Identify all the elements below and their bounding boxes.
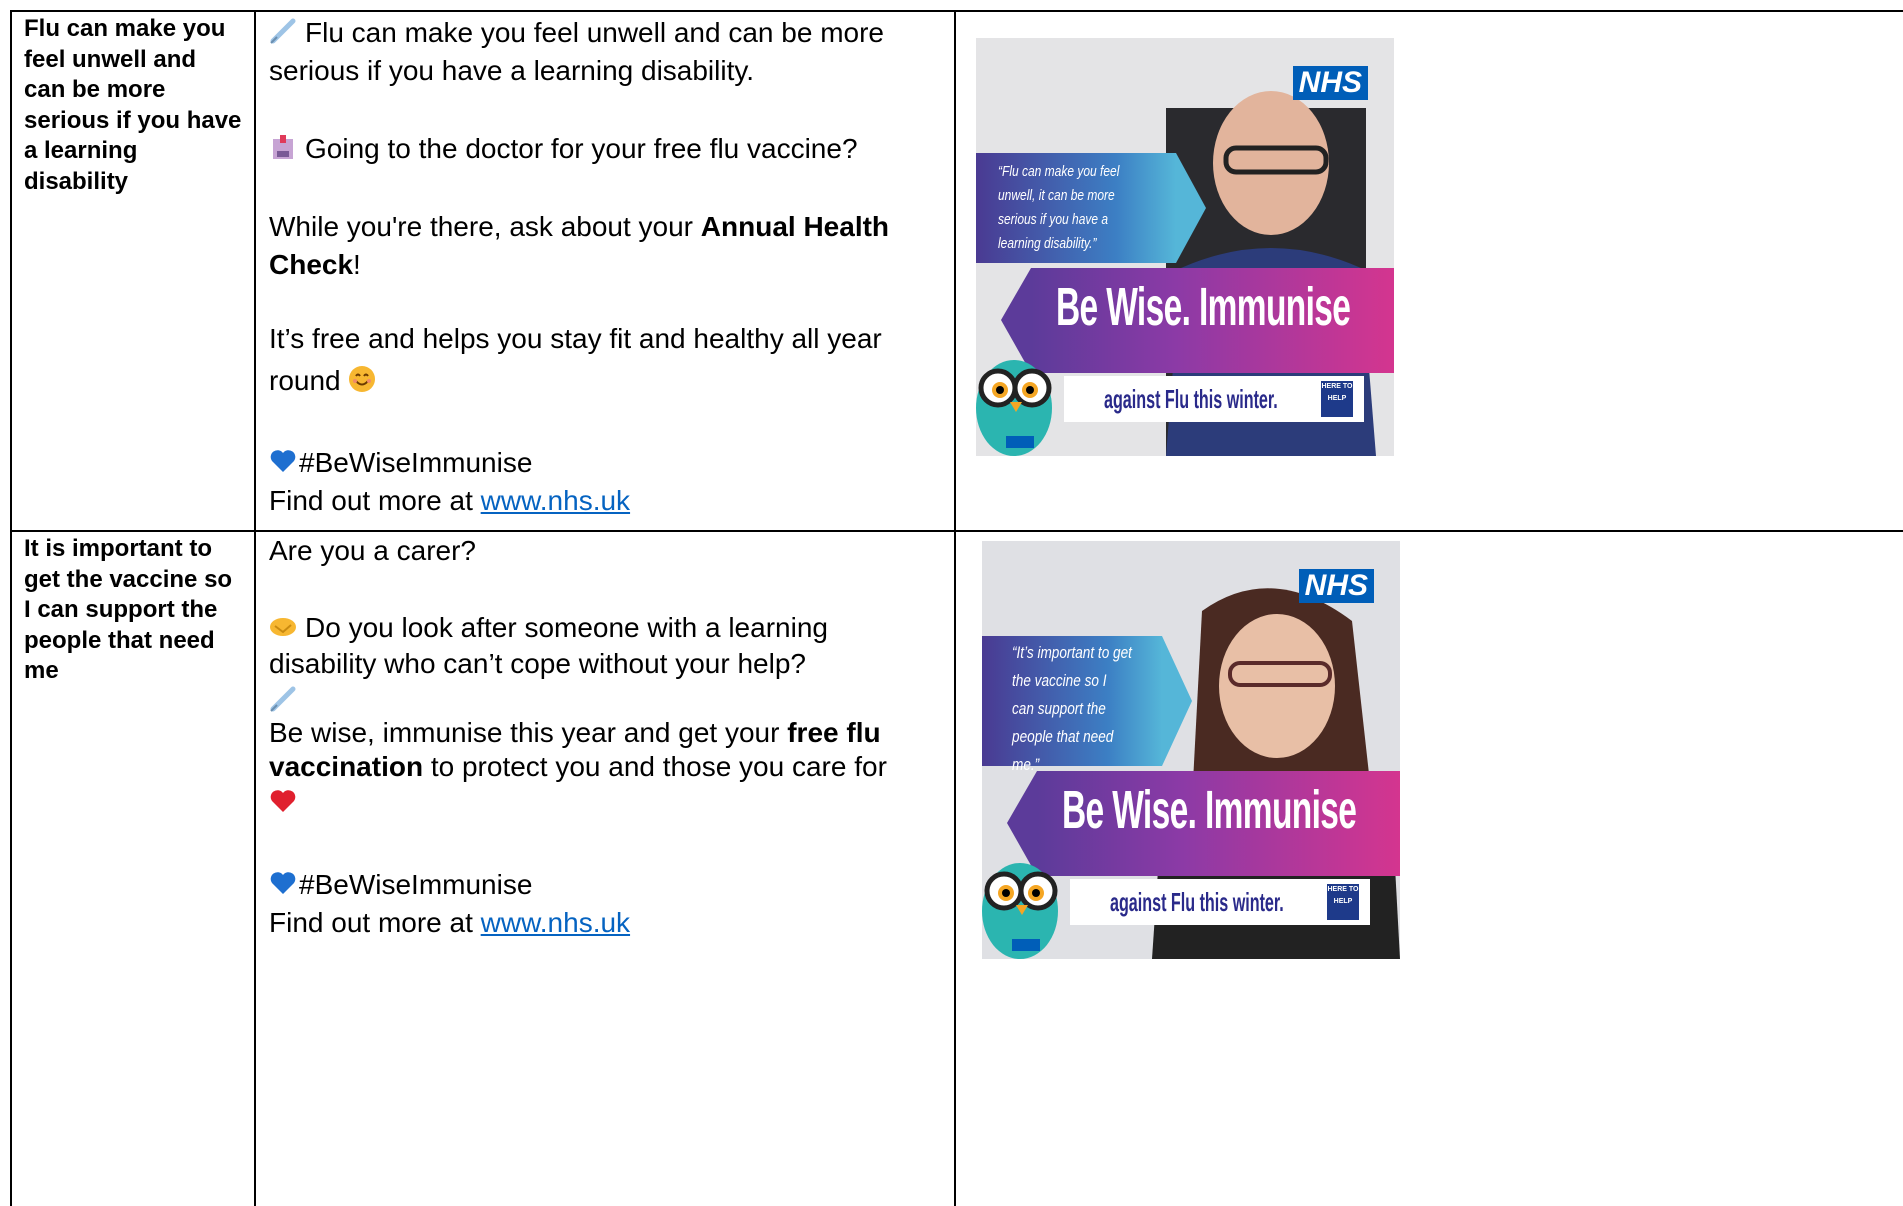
hospital-icon [273, 135, 293, 159]
blue-heart-icon [270, 450, 296, 472]
here-to-help-badge: HERE TO HELP [1321, 381, 1353, 417]
table-border-left [10, 10, 12, 1206]
row-1-hashtag: #BeWiseImmunise [269, 444, 929, 482]
row-2-para-3: Be wise, immunise this year and get your… [269, 717, 887, 782]
row-1-poster: NHS “Flu can make you feel unwell, it ca… [976, 38, 1394, 456]
row-2-hashtag: #BeWiseImmunise [269, 866, 929, 904]
nhs-logo: NHS [1298, 569, 1374, 603]
nhs-link[interactable]: www.nhs.uk [481, 485, 630, 516]
smiling-face-icon [349, 366, 376, 392]
syringe-icon [270, 18, 296, 44]
poster-quote: “It’s important to get the vaccine so I … [1012, 643, 1132, 774]
poster-slogan: Be Wise. Immunise [1056, 277, 1351, 337]
poster-quote: “Flu can make you feel unwell, it can be… [998, 163, 1120, 252]
row-1-para-2: Going to the doctor for your free flu va… [269, 130, 929, 168]
owl-mascot-icon [976, 360, 1052, 456]
row-1-para-3: While you're there, ask about your Annua… [269, 211, 890, 280]
row-2-heart [269, 784, 929, 824]
row-1-para-1: Flu can make you feel unwell and can be … [269, 17, 884, 86]
column-divider-2 [954, 10, 956, 1206]
poster-tagline: against Flu this winter. [1104, 384, 1278, 414]
blue-heart-icon [270, 872, 296, 894]
column-divider-1 [254, 10, 256, 1206]
row-2-heading: It is important to get the vaccine so I … [24, 535, 233, 684]
row-2-syringe [269, 682, 929, 716]
nhs-logo: NHS [1292, 66, 1368, 100]
owl-mascot-icon [982, 863, 1058, 959]
content-table: Flu can make you feel unwell and can be … [0, 0, 1903, 1206]
row-1-message: Flu can make you feel unwell and can be … [269, 14, 929, 520]
row-2-para-1: Are you a carer? [269, 535, 476, 566]
row-2-message: Are you a carer? Do you look after someo… [269, 532, 929, 942]
row-1-find-more: Find out more at www.nhs.uk [269, 485, 631, 516]
row-2-para-2: Do you look after someone with a learnin… [269, 612, 828, 679]
here-to-help-badge: HERE TO HELP [1327, 884, 1359, 920]
row-2-find-more: Find out more at www.nhs.uk [269, 907, 631, 938]
poster-slogan: Be Wise. Immunise [1062, 780, 1357, 840]
handshake-icon [270, 618, 296, 636]
poster-tagline: against Flu this winter. [1110, 887, 1284, 917]
table-border-top [10, 10, 1903, 12]
row-1-para-4: It’s free and helps you stay fit and hea… [269, 323, 882, 396]
row-1-heading: Flu can make you feel unwell and can be … [24, 15, 242, 195]
row-2-poster: NHS “It’s important to get the vaccine s… [982, 541, 1400, 959]
red-heart-icon [270, 790, 296, 812]
syringe-icon [270, 686, 296, 712]
nhs-link[interactable]: www.nhs.uk [481, 907, 630, 938]
